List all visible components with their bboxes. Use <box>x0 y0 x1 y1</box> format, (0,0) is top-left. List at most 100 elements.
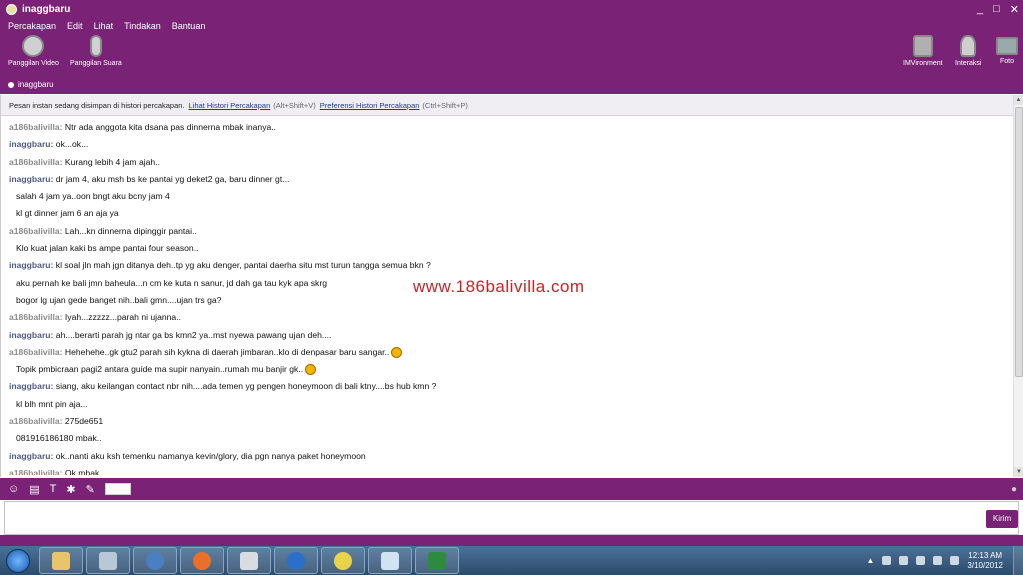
audible-icon[interactable]: ▤ <box>29 483 39 496</box>
message-sender[interactable]: a186balivilla: <box>9 416 63 426</box>
taskbar-3g-modem[interactable] <box>274 547 318 574</box>
emoticon-icon[interactable]: ☺ <box>8 483 19 495</box>
message-sender[interactable]: a186balivilla: <box>9 468 63 475</box>
message-row: a186balivilla: Iyah...zzzzz...parah ni u… <box>9 309 1004 326</box>
taskbar-explorer[interactable] <box>39 547 83 574</box>
message-text: Hehehehe..gk gtu2 parah sih kykna di dae… <box>62 346 390 357</box>
message-sender[interactable]: inaggbaru: <box>9 260 53 270</box>
taskbar-thunderbird[interactable] <box>133 547 177 574</box>
message-sender[interactable]: a186balivilla: <box>9 157 63 167</box>
format-color-box[interactable] <box>104 483 131 495</box>
messenger-window: inaggbaru _ □ ✕ Percakapan Edit Lihat Ti… <box>0 0 1023 546</box>
windows-logo-icon <box>6 548 30 573</box>
tray-network-icon[interactable] <box>882 556 892 565</box>
video-call-button[interactable]: Panggilan Video <box>8 33 59 67</box>
message-sender[interactable]: inaggbaru: <box>9 174 53 184</box>
message-row: inaggbaru: dr jam 4, aku msh bs ke panta… <box>9 171 1004 188</box>
message-sender[interactable]: inaggbaru: <box>9 451 53 461</box>
menu-bar: Percakapan Edit Lihat Tindakan Bantuan <box>0 19 1023 33</box>
message-sender[interactable]: inaggbaru: <box>9 381 53 391</box>
message-text: ok...ok... <box>53 139 89 150</box>
mail-client-icon <box>146 551 164 570</box>
message-text: Ntr ada anggota kita dsana pas dinnerna … <box>62 122 277 132</box>
interaction-figure-icon <box>960 35 977 57</box>
contact-status-row: inaggbaru <box>0 75 1023 94</box>
voice-call-button[interactable]: Panggilan Suara <box>70 33 122 67</box>
interaksi-button[interactable]: Interaksi <box>955 33 981 67</box>
title-bar: inaggbaru _ □ ✕ <box>0 0 1023 19</box>
message-text: siang, aku keilangan contact nbr nih....… <box>53 381 437 392</box>
message-sender[interactable]: a186balivilla: <box>9 122 63 132</box>
toolbar: Panggilan Video Panggilan Suara IMVironm… <box>0 33 1023 75</box>
tray-expand-icon[interactable]: ▲ <box>866 556 874 565</box>
message-row: a186balivilla: Lah...kn dinnerna dipingg… <box>9 223 1004 240</box>
taskbar-window[interactable] <box>227 547 271 574</box>
message-sender[interactable]: a186balivilla: <box>9 312 63 322</box>
menu-edit[interactable]: Edit <box>67 21 83 31</box>
maximize-button[interactable]: □ <box>993 3 1000 16</box>
message-row: kl blh mnt pin aja... <box>9 396 1004 413</box>
voice-call-label: Panggilan Suara <box>70 60 122 67</box>
buzz-icon[interactable]: ✱ <box>66 483 75 496</box>
message-text: Ok mbak.. <box>62 467 105 475</box>
message-row: inaggbaru: ok..nanti aku ksh temenku nam… <box>9 448 1004 465</box>
message-text: kl soal jln mah jgn ditanya deh..tp yg a… <box>53 260 431 271</box>
send-button[interactable]: Kirim <box>986 510 1018 528</box>
menu-lihat[interactable]: Lihat <box>94 21 114 31</box>
format-toolbar: ☺ ▤ T ✱ ✎ ● <box>0 478 1023 500</box>
scroll-up-arrow-icon[interactable]: ▲ <box>1014 95 1023 105</box>
interaksi-label: Interaksi <box>955 60 982 67</box>
message-row: inaggbaru: kl soal jln mah jgn ditanya d… <box>9 257 1004 274</box>
message-text: salah 4 jam ya..oon bngt aku bcny jam 4 <box>16 191 170 202</box>
imvironment-button[interactable]: IMVironment <box>903 33 943 67</box>
show-desktop-button[interactable] <box>1013 546 1023 575</box>
message-text: Iyah...zzzzz...parah ni ujanna.. <box>62 312 181 323</box>
message-text: kl blh mnt pin aja... <box>16 398 88 409</box>
message-sender[interactable]: a186balivilla: <box>9 226 63 236</box>
view-history-link[interactable]: Lihat Histori Percakapan <box>189 101 271 110</box>
taskbar-excel[interactable] <box>415 547 459 574</box>
message-text: Lah...kn dinnerna dipinggir pantai.. <box>62 225 197 236</box>
start-button[interactable] <box>0 547 36 575</box>
foto-label: Foto <box>999 58 1014 65</box>
history-preferences-link[interactable]: Preferensi Histori Percakapan <box>320 101 420 110</box>
taskbar-firefox[interactable] <box>180 547 224 574</box>
tray-app-icon[interactable] <box>899 556 909 565</box>
menu-bantuan[interactable]: Bantuan <box>172 21 206 31</box>
scroll-down-arrow-icon[interactable]: ▼ <box>1014 467 1023 477</box>
close-button[interactable]: ✕ <box>1010 3 1019 16</box>
chat-scrollbar[interactable]: ▲ ▼ <box>1013 95 1023 477</box>
message-text: 081916186180 mbak.. <box>16 433 102 444</box>
taskbar-notepad[interactable] <box>368 547 412 574</box>
contact-avatar-icon[interactable]: ● <box>1011 484 1017 495</box>
history-info-text: Pesan instan sedang disimpan di histori … <box>9 100 185 110</box>
foto-button[interactable]: Foto <box>996 33 1018 65</box>
window-title: inaggbaru <box>22 4 71 15</box>
minimize-button[interactable]: _ <box>977 3 983 16</box>
folder-icon <box>52 551 70 570</box>
message-row: inaggbaru: ah....berarti parah jg ntar g… <box>9 327 1004 344</box>
message-sender[interactable]: inaggbaru: <box>9 330 53 340</box>
tray-clock[interactable]: 12:13 AM 3/10/2012 <box>967 551 1003 571</box>
message-row: inaggbaru: ok...ok... <box>9 136 1004 153</box>
taskbar-calculator[interactable] <box>86 547 130 574</box>
text-format-icon[interactable]: T <box>50 483 57 495</box>
tray-flag-icon[interactable] <box>916 556 926 565</box>
calculator-icon <box>99 551 117 570</box>
scrollbar-thumb[interactable] <box>1015 107 1023 377</box>
message-sender[interactable]: a186balivilla: <box>9 347 63 357</box>
message-row: 081916186180 mbak.. <box>9 430 1004 447</box>
laughing-emoticon-icon <box>305 364 317 376</box>
system-tray: ▲ 12:13 AM 3/10/2012 <box>866 551 1013 571</box>
message-text: bogor lg ujan gede banget nih..bali gmn.… <box>16 294 222 305</box>
menu-percakapan[interactable]: Percakapan <box>8 21 56 31</box>
message-text: ah....berarti parah jg ntar ga bs kmn2 y… <box>53 329 332 340</box>
taskbar-messenger[interactable] <box>321 547 365 574</box>
tray-device-icon[interactable] <box>933 556 943 565</box>
menu-tindakan[interactable]: Tindakan <box>124 21 161 31</box>
tray-volume-icon[interactable] <box>950 556 960 565</box>
attach-icon[interactable]: ✎ <box>86 483 95 496</box>
message-input[interactable] <box>4 501 1019 535</box>
webcam-icon <box>22 35 45 57</box>
message-sender[interactable]: inaggbaru: <box>9 139 53 149</box>
